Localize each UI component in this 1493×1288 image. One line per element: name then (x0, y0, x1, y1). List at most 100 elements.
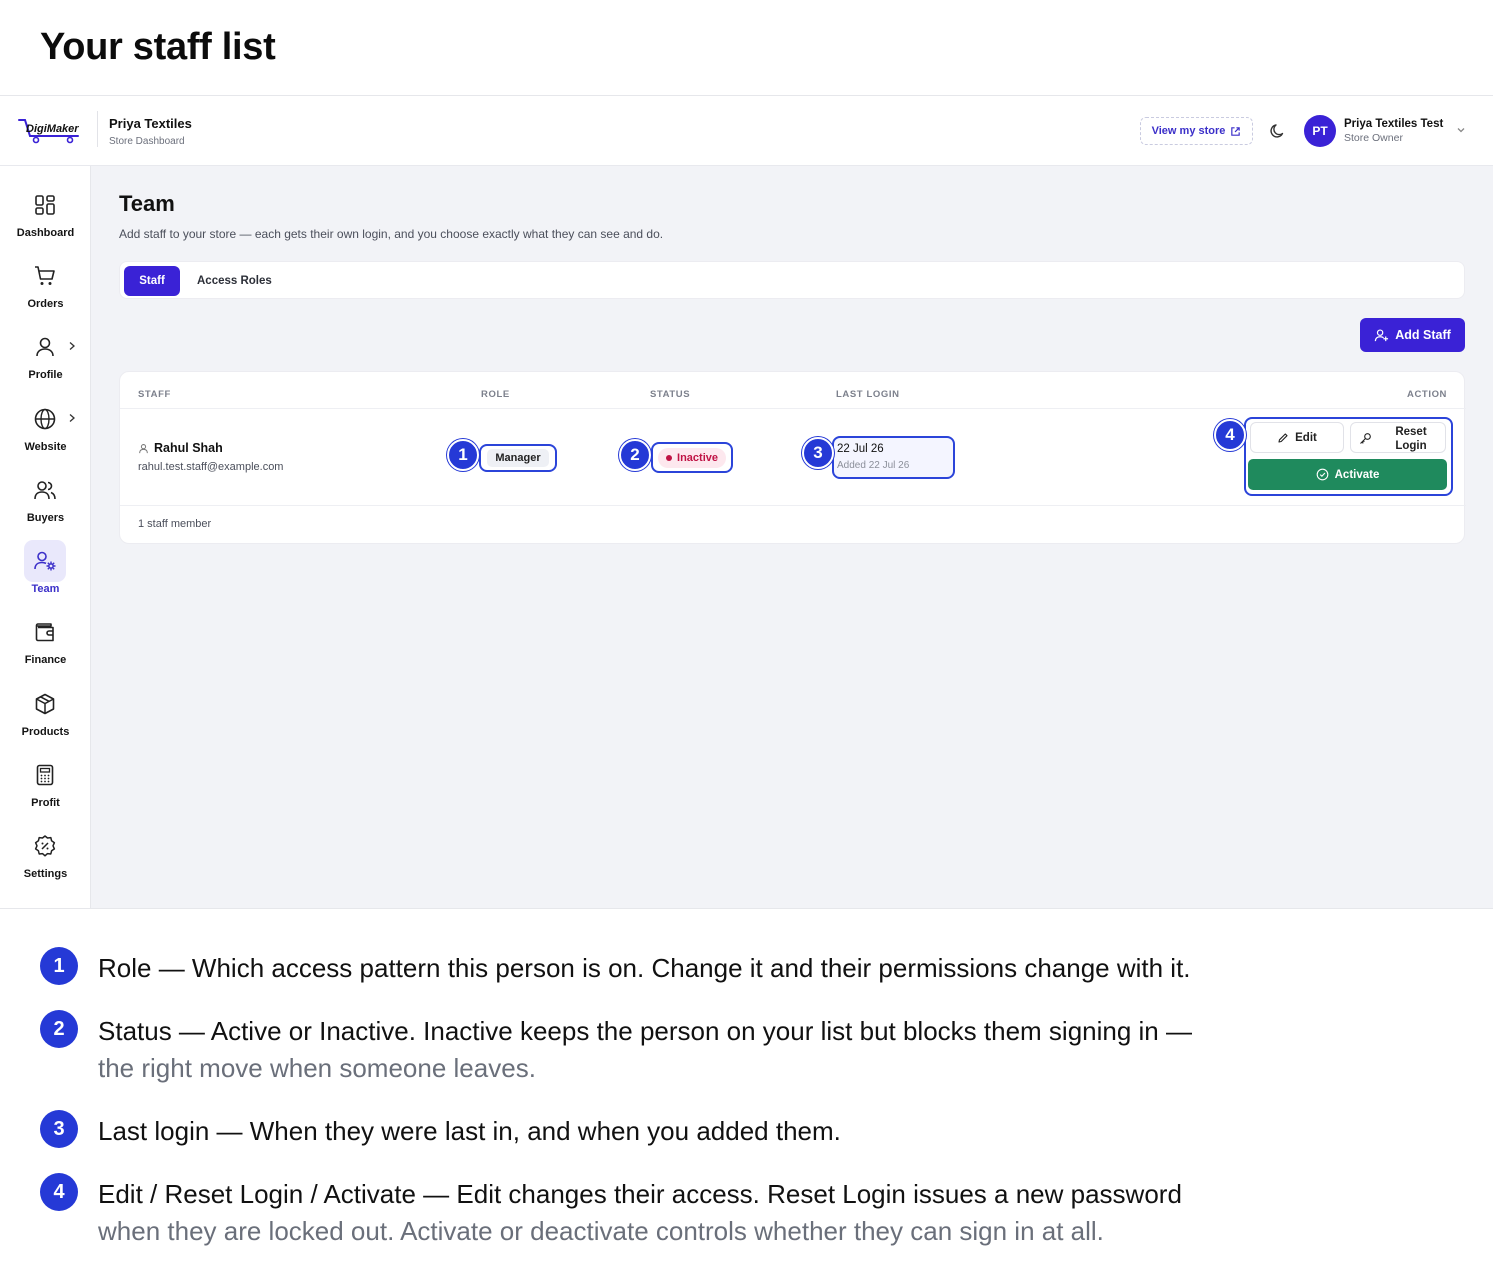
staff-count: 1 staff member (138, 518, 212, 530)
status-badge: Inactive (651, 442, 733, 473)
reset-login-label: Reset Login (1395, 426, 1427, 452)
staff-name: Rahul Shah (138, 441, 223, 455)
sidebar-item-profile[interactable]: Profile (0, 332, 91, 396)
wallet-icon (32, 619, 58, 645)
sidebar-item-website[interactable]: Website (0, 404, 91, 468)
legend-text: Role — Which access pattern this person … (98, 950, 1348, 987)
sidebar-item-settings[interactable]: Settings (0, 831, 91, 895)
staff-email: rahul.test.staff@example.com (138, 461, 284, 473)
column-header-staff: STAFF (138, 389, 171, 400)
store-subtitle: Store Dashboard (109, 136, 185, 147)
digimaker-logo[interactable]: DigiMaker (16, 114, 90, 144)
footer-divider (120, 505, 1466, 506)
avatar[interactable]: PT (1304, 115, 1336, 147)
sidebar-item-label: Products (21, 726, 70, 738)
action-cell: Edit Reset Login Activate (1244, 417, 1453, 496)
sidebar-item-label: Orders (27, 298, 64, 310)
sidebar-item-dashboard[interactable]: Dashboard (0, 190, 91, 254)
sidebar: Dashboard Orders Profile Website Buyers … (0, 166, 91, 908)
callout-badge-1: 1 (447, 439, 479, 471)
callout-badge-4: 4 (1214, 419, 1246, 451)
column-header-role: ROLE (481, 389, 510, 400)
added-date: Added 22 Jul 26 (837, 460, 910, 471)
users-icon (32, 477, 58, 503)
add-staff-label: Add Staff (1395, 328, 1451, 342)
column-header-action: ACTION (1407, 389, 1448, 400)
tab-bar: Staff Access Roles (119, 261, 1465, 299)
sidebar-item-label: Profile (28, 369, 63, 381)
sidebar-item-label: Buyers (26, 512, 65, 524)
key-icon (1360, 433, 1371, 444)
user-name: Priya Textiles Test (1344, 118, 1444, 130)
sidebar-item-products[interactable]: Products (0, 689, 91, 753)
sidebar-item-team[interactable]: Team (0, 540, 91, 610)
page-heading: Your staff list (40, 26, 276, 68)
sidebar-item-label: Website (24, 441, 67, 453)
cart-icon (32, 263, 58, 289)
dashboard-icon (32, 192, 58, 218)
legend-main-text: Edit / Reset Login / Activate — Edit cha… (98, 1179, 1182, 1209)
role-label: Manager (487, 449, 549, 467)
user-role: Store Owner (1344, 132, 1403, 144)
view-my-store-button[interactable]: View my store (1140, 117, 1253, 145)
status-label: Inactive (677, 451, 718, 464)
add-staff-button[interactable]: Add Staff (1360, 318, 1465, 352)
last-login-date: 22 Jul 26 (837, 443, 884, 455)
main-content: Team Add staff to your store — each gets… (91, 166, 1493, 908)
sidebar-item-orders[interactable]: Orders (0, 261, 91, 325)
sidebar-item-label: Team (31, 583, 60, 595)
view-store-label: View my store (1151, 125, 1226, 137)
legend-main-text: Role — Which access pattern this person … (98, 953, 1191, 983)
tab-access-roles[interactable]: Access Roles (197, 266, 272, 296)
legend-number: 3 (40, 1110, 78, 1148)
box-icon (32, 691, 58, 717)
staff-table: STAFF ROLE STATUS LAST LOGIN ACTION Rahu… (119, 371, 1466, 544)
column-header-status: STATUS (650, 389, 691, 400)
activate-label: Activate (1334, 468, 1380, 481)
activate-button[interactable]: Activate (1248, 459, 1447, 490)
sidebar-item-label: Profit (31, 797, 60, 809)
legend-number: 1 (40, 947, 78, 985)
reset-login-button[interactable]: Reset Login (1350, 422, 1446, 453)
user-gear-icon (24, 540, 66, 582)
sidebar-item-label: Settings (23, 868, 68, 880)
user-icon (32, 334, 58, 360)
role-badge[interactable]: Manager (479, 444, 557, 472)
column-header-last-login: LAST LOGIN (836, 389, 900, 400)
settings-icon (32, 833, 58, 859)
store-name: Priya Textiles (109, 116, 192, 131)
status-inactive: Inactive (658, 447, 726, 468)
legend-main-text: Last login — When they were last in, and… (98, 1116, 841, 1146)
pencil-icon (1278, 432, 1288, 443)
logo-divider (97, 111, 98, 147)
callout-badge-3: 3 (802, 437, 834, 469)
sidebar-item-buyers[interactable]: Buyers (0, 475, 91, 539)
sidebar-item-profit[interactable]: Profit (0, 760, 91, 824)
chevron-down-icon[interactable] (1455, 124, 1467, 136)
staff-name-text: Rahul Shah (154, 441, 223, 455)
chevron-right-icon[interactable] (66, 340, 78, 352)
external-link-icon (1231, 126, 1241, 136)
legend-text: Last login — When they were last in, and… (98, 1113, 1348, 1150)
legend-text: Edit / Reset Login / Activate — Edit cha… (98, 1176, 1348, 1250)
legend-text: Status — Active or Inactive. Inactive ke… (98, 1013, 1348, 1087)
user-icon (139, 443, 148, 453)
status-dot-icon (666, 454, 673, 461)
tab-staff[interactable]: Staff (124, 266, 180, 296)
legend-continuation-text: the right move when someone leaves. (98, 1053, 536, 1083)
topbar: DigiMaker Priya Textiles Store Dashboard… (0, 96, 1493, 166)
page-title: Team (119, 191, 175, 216)
sidebar-item-label: Finance (24, 654, 67, 666)
app-window: DigiMaker Priya Textiles Store Dashboard… (0, 95, 1493, 909)
callout-badge-2: 2 (619, 439, 651, 471)
chevron-right-icon[interactable] (66, 412, 78, 424)
dark-mode-moon-icon[interactable] (1268, 121, 1288, 141)
check-circle-icon (1316, 468, 1328, 481)
calculator-icon (32, 762, 58, 788)
header-divider (120, 408, 1466, 409)
logo-text: DigiMaker (26, 123, 79, 135)
edit-button[interactable]: Edit (1250, 422, 1344, 453)
legend-number: 4 (40, 1173, 78, 1211)
page-description: Add staff to your store — each gets thei… (119, 227, 664, 241)
sidebar-item-finance[interactable]: Finance (0, 617, 91, 681)
